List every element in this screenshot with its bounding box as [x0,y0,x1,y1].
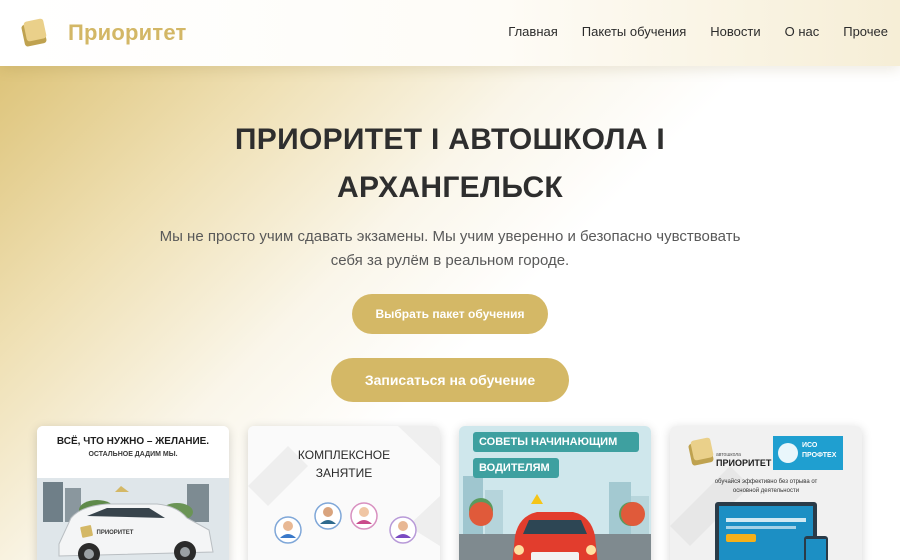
card-3-headline-line-2: ВОДИТЕЛЯМ [479,462,550,474]
hero-title-line-2: АРХАНГЕЛЬСК [336,171,564,204]
card-4-caption-line-1: обучайся эффективно без отрыва от [714,479,818,485]
logo-icon[interactable] [19,17,49,49]
card-2-headline-line-2: ЗАНЯТИЕ [315,466,373,480]
hero-title-line-1: ПРИОРИТЕТ I АВТОШКОЛА I [234,123,666,156]
hero-subtitle-line-1: Мы не просто учим сдавать экзамены. Мы у… [159,228,741,245]
card-1-headline: ВСЁ, ЧТО НУЖНО – ЖЕЛАНИЕ. [56,436,210,447]
nav-about[interactable]: О нас [785,24,820,39]
hero-subtitle: Мы не просто учим сдавать экзамены. Мы у… [140,225,760,273]
card-4-caption: обучайся эффективно без отрыва от основн… [670,478,862,496]
nav-packages[interactable]: Пакеты обучения [582,24,687,39]
enroll-button[interactable]: Записаться на обучение [331,358,569,402]
card-4-brand: ПРИОРИТЕТ [716,458,772,468]
nav-news[interactable]: Новости [710,24,760,39]
card-2-headline: КОМПЛЕКСНОЕ ЗАНЯТИЕ [248,446,440,482]
card-4-partner-line-2: ПРОФТЕХ [802,452,837,459]
promo-card-1[interactable]: ВСЁ, ЧТО НУЖНО – ЖЕЛАНИЕ. ОСТАЛЬНОЕ ДАДИ… [37,426,229,560]
hero-title: ПРИОРИТЕТ I АВТОШКОЛА I АРХАНГЕЛЬСК [150,116,750,212]
card-1-subline: ОСТАЛЬНОЕ ДАДИМ МЫ. [88,451,178,458]
brand-name[interactable]: Приоритет [68,20,186,46]
card-1-car-label: ПРИОРИТЕТ [96,530,134,536]
nav-other[interactable]: Прочее [843,24,888,39]
card-4-partner-line-1: ИСО [802,442,818,449]
promo-card-3[interactable]: СОВЕТЫ НАЧИНАЮЩИМ ВОДИТЕЛЯМ [459,426,651,560]
card-2-headline-line-1: КОМПЛЕКСНОЕ [297,448,391,462]
main-nav: Главная Пакеты обучения Новости О нас Пр… [508,24,888,39]
choose-package-button[interactable]: Выбрать пакет обучения [352,294,548,334]
nav-home[interactable]: Главная [508,24,557,39]
card-3-headline-line-1: СОВЕТЫ НАЧИНАЮЩИМ [479,436,618,448]
site-header: Приоритет Главная Пакеты обучения Новост… [0,0,900,66]
promo-card-2[interactable]: КОМПЛЕКСНОЕ ЗАНЯТИЕ [248,426,440,560]
card-4-caption-line-2: основной деятельности [732,488,800,494]
hero-subtitle-line-2: себя за рулём в реальном городе. [330,252,570,269]
promo-card-4[interactable]: автошкола ПРИОРИТЕТ ИСО ПРОФТЕХ обучайся… [670,426,862,560]
